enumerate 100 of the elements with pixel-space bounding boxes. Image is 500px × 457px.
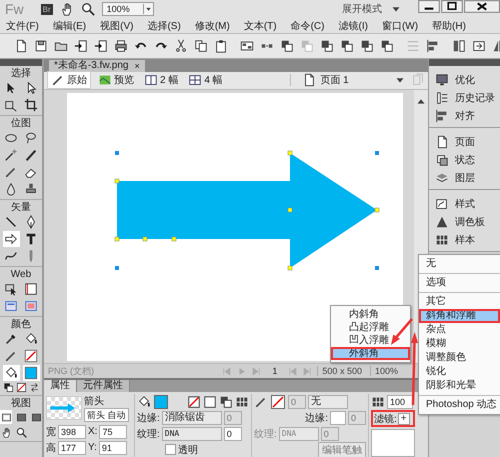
panel-button[interactable]: 历史记录 xyxy=(435,89,500,107)
stacked-squares-icon[interactable] xyxy=(380,39,394,53)
solid-fill-icon[interactable] xyxy=(203,394,217,408)
x-field[interactable]: 75 xyxy=(99,424,128,438)
panel-button[interactable]: 对齐 xyxy=(435,107,500,125)
menu-item[interactable]: 凹入浮雕 xyxy=(331,334,410,347)
hand-icon[interactable] xyxy=(60,2,74,16)
view-tab[interactable]: 2 幅 xyxy=(141,72,182,88)
panel-button[interactable]: 样本 xyxy=(435,231,500,249)
menu-item[interactable]: 滤镜(I) xyxy=(338,18,368,32)
anchor-point[interactable] xyxy=(288,150,292,156)
fill-swatch-icon[interactable] xyxy=(153,394,169,410)
front-squares-icon[interactable] xyxy=(320,39,334,53)
landscape-icon[interactable] xyxy=(98,73,112,88)
selection-handle[interactable] xyxy=(115,266,119,270)
selection-handle[interactable] xyxy=(375,150,379,155)
no-color-icon[interactable] xyxy=(16,382,26,393)
clipboard-icon[interactable] xyxy=(214,39,228,53)
width-field[interactable]: 398 xyxy=(58,424,86,438)
align-left-icon[interactable] xyxy=(435,109,449,123)
zoom-level[interactable]: 100% xyxy=(370,366,402,376)
menu-item[interactable]: 其它 xyxy=(419,295,500,309)
selection-handle[interactable] xyxy=(115,150,119,155)
add-filter-button[interactable]: + xyxy=(398,412,410,424)
panel-button[interactable]: 状态 xyxy=(435,151,500,169)
view-tab[interactable]: 预览 xyxy=(95,72,137,88)
scissors-icon[interactable] xyxy=(174,39,188,53)
view-tab[interactable]: 4 幅 xyxy=(185,72,226,88)
close-icon[interactable] xyxy=(464,0,500,13)
panel-button[interactable]: 调色板 xyxy=(435,213,500,231)
menu-item[interactable]: Photoshop 动态 xyxy=(419,398,500,412)
menu-item[interactable]: 编辑(E) xyxy=(52,18,86,32)
workspace-menu[interactable]: 展开模式 xyxy=(342,2,382,16)
canvas-size[interactable]: 500 x 500 xyxy=(317,366,366,376)
menu-item[interactable]: 视图(V) xyxy=(100,18,134,32)
anchor-point[interactable] xyxy=(172,236,176,242)
pencil-icon[interactable] xyxy=(51,73,65,88)
panel-button[interactable]: 图层 xyxy=(435,169,500,187)
menu-item[interactable]: 选择(S) xyxy=(147,18,181,32)
stacked-squares-icon[interactable] xyxy=(280,39,294,53)
rect-pair-icon[interactable] xyxy=(452,39,466,53)
edit-stroke-button[interactable]: 编辑笔触 xyxy=(318,442,366,457)
anchor-point[interactable] xyxy=(288,208,292,212)
stroke-swatch-icon[interactable] xyxy=(270,394,286,410)
swap-arrows-icon[interactable] xyxy=(28,382,40,393)
page-selector[interactable]: 页面 1 xyxy=(320,73,389,88)
height-field[interactable]: 177 xyxy=(58,440,86,454)
copy-icon[interactable] xyxy=(194,39,208,53)
default-colors-icon[interactable] xyxy=(2,382,14,393)
menu-item[interactable]: 模糊 xyxy=(419,337,500,351)
layers-icon[interactable] xyxy=(435,171,449,185)
anchor-point[interactable] xyxy=(374,208,380,212)
page-icon[interactable] xyxy=(14,39,28,53)
texture-dropdown[interactable]: DNA xyxy=(162,426,222,440)
no-fill-icon[interactable] xyxy=(187,394,201,408)
menu-item[interactable]: 修改(M) xyxy=(194,18,230,32)
printer-icon[interactable] xyxy=(114,39,128,53)
y-field[interactable]: 91 xyxy=(98,440,127,454)
panel-tab[interactable]: 元件属性 xyxy=(77,380,130,392)
bridge-button[interactable]: Br xyxy=(40,4,53,14)
menu-item[interactable]: 阴影和光晕 xyxy=(419,379,500,393)
opacity-field[interactable]: 100 xyxy=(387,394,413,408)
page-icon[interactable] xyxy=(435,135,449,149)
stacked-squares-icon[interactable] xyxy=(340,39,354,53)
zoom-dropdown[interactable]: 100% xyxy=(102,2,154,16)
align-left-icon[interactable] xyxy=(426,39,440,53)
document-tab[interactable]: *未命名-3.fw.png × xyxy=(49,60,145,72)
menu-item[interactable]: 帮助(H) xyxy=(432,18,466,32)
two-pane-icon[interactable] xyxy=(144,73,158,88)
front-squares-icon[interactable] xyxy=(360,39,374,53)
caret-icon[interactable] xyxy=(142,4,153,14)
page-arrow-icon[interactable] xyxy=(94,39,108,53)
checkbox[interactable] xyxy=(165,444,176,455)
page-arrow-icon[interactable] xyxy=(74,39,88,53)
menu-item[interactable]: 文件(F) xyxy=(6,18,39,32)
panel-button[interactable]: 页面 xyxy=(435,133,500,151)
menu-item[interactable]: 文本(T) xyxy=(244,18,277,32)
styles-icon[interactable] xyxy=(435,197,449,211)
bucket-icon[interactable] xyxy=(137,394,151,408)
anchor-point[interactable] xyxy=(114,236,120,242)
view-tab[interactable]: 原始 xyxy=(47,71,91,90)
four-pane-icon[interactable] xyxy=(188,73,202,88)
menu-item[interactable]: 无 xyxy=(419,257,500,271)
pattern-fill-icon[interactable] xyxy=(235,394,249,408)
menu-item[interactable]: 命令(C) xyxy=(290,18,324,32)
panel-button[interactable]: 优化 xyxy=(435,71,500,89)
maximize-icon[interactable] xyxy=(441,0,463,13)
menu-item[interactable]: 窗口(W) xyxy=(382,18,418,32)
panel-button[interactable]: 样式 xyxy=(435,195,500,213)
menu-item[interactable]: 锐化 xyxy=(419,365,500,379)
panel-tab[interactable]: 属性 xyxy=(44,380,77,392)
number-field[interactable]: 0 xyxy=(224,426,242,440)
menu-item[interactable]: 内斜角 xyxy=(331,308,410,321)
minimize-icon[interactable] xyxy=(418,0,440,13)
edge-dropdown[interactable]: 消除锯齿 xyxy=(162,410,222,424)
menu-item[interactable]: 凸起浮雕 xyxy=(331,321,410,334)
name-field[interactable]: 箭头 自动 xyxy=(84,408,129,422)
menu-item[interactable]: 选项 xyxy=(419,276,500,290)
monitor-icon[interactable] xyxy=(435,73,449,87)
grid-icon[interactable] xyxy=(435,233,449,247)
